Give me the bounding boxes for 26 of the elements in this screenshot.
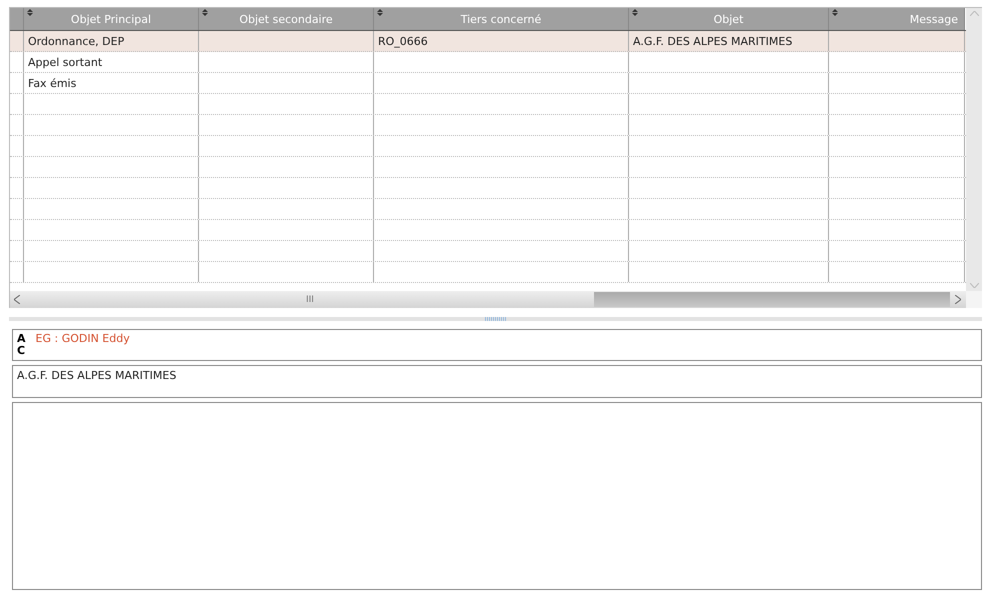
scroll-right-icon[interactable] (955, 295, 961, 304)
scroll-down-icon (970, 283, 978, 288)
sort-icon (27, 9, 33, 16)
table-cell: Ordonnance, DEP (24, 31, 199, 51)
table-row[interactable]: Ordonnance, DEP RO_0666 A.G.F. DES ALPES MARITIMES (10, 31, 966, 52)
subject-field[interactable]: A.G.F. DES ALPES MARITIMES (12, 365, 982, 398)
table-row[interactable]: Fax émis (10, 73, 966, 94)
table-row[interactable]: Appel sortant (10, 52, 966, 73)
row-header-corner (10, 8, 24, 30)
field-label: A (17, 333, 26, 345)
field-label: C (17, 345, 26, 357)
sort-icon (202, 9, 208, 16)
table-cell: RO_0666 (374, 31, 629, 51)
sort-icon (377, 9, 383, 16)
scroll-up-icon (970, 11, 978, 16)
recipients-field[interactable]: A C EG : GODIN Eddy (12, 329, 982, 362)
splitter-handle (484, 317, 506, 321)
table-cell: A.G.F. DES ALPES MARITIMES (629, 31, 829, 51)
sort-icon (632, 9, 638, 16)
table-cell: Appel sortant (24, 52, 199, 72)
table-cell: Fax émis (24, 73, 199, 93)
sort-icon (832, 9, 838, 16)
scroll-grip: III (306, 294, 314, 304)
recipient-name: EG : GODIN Eddy (36, 333, 130, 347)
message-body-field[interactable] (12, 402, 982, 590)
scroll-left-icon[interactable] (14, 295, 20, 304)
